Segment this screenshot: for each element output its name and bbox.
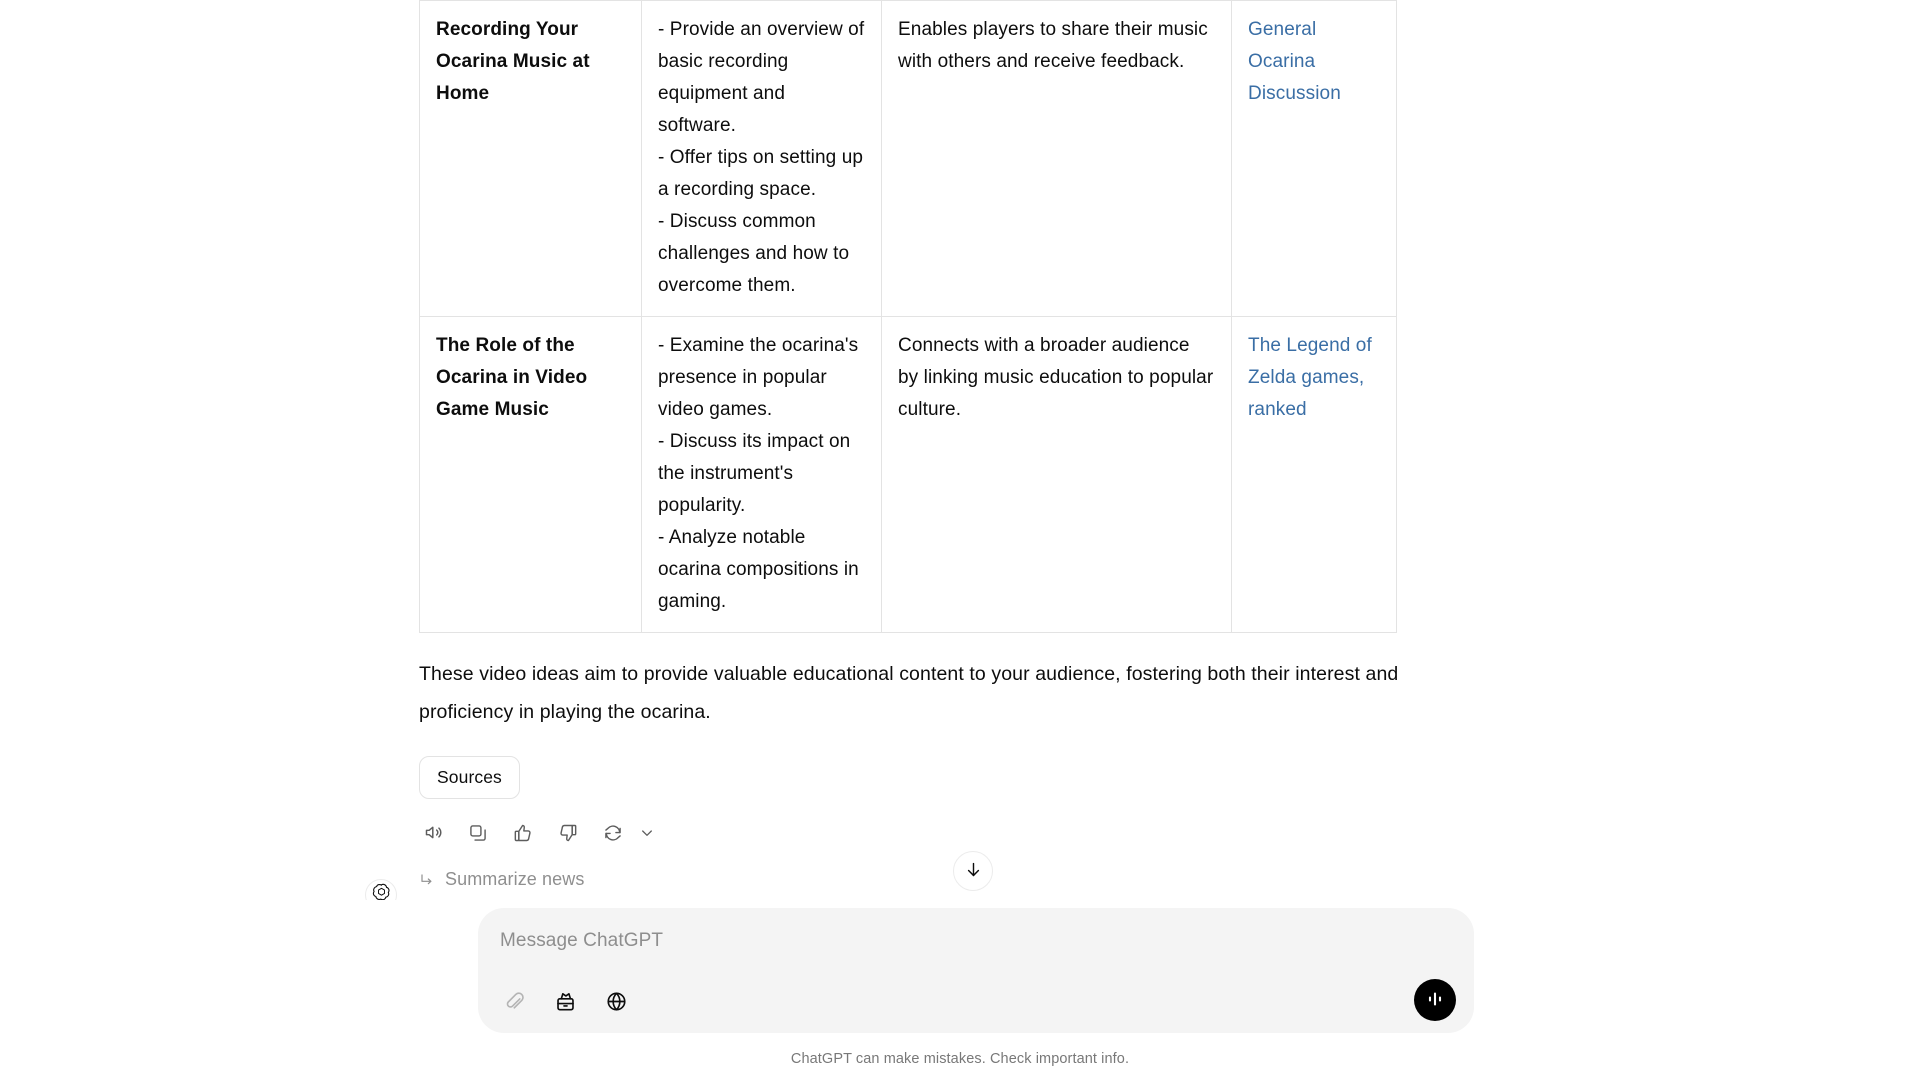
video-ideas-table: Recording Your Ocarina Music at Home - P…	[419, 0, 1397, 633]
model-switch-button[interactable]	[637, 821, 657, 847]
paperclip-icon	[503, 990, 526, 1016]
message-actions	[420, 821, 1417, 847]
followup-label-text: Summarize news	[445, 869, 585, 889]
sources-button[interactable]: Sources	[419, 756, 520, 799]
sources-row: Sources	[419, 756, 1417, 799]
cell-benefit: Enables players to share their music wit…	[881, 0, 1232, 317]
outline-line: - Provide an overview of basic recording…	[658, 19, 865, 136]
composer[interactable]: Message ChatGPT	[478, 908, 1474, 1033]
cell-outline: - Provide an overview of basic recording…	[641, 0, 882, 317]
disclaimer-text: ChatGPT can make mistakes. Check importa…	[790, 1051, 1130, 1067]
outline-line: - Discuss common challenges and how to o…	[658, 211, 850, 296]
web-search-button[interactable]	[602, 989, 630, 1017]
closing-paragraph: These video ideas aim to provide valuabl…	[419, 663, 1399, 723]
scroll-to-bottom-button[interactable]	[953, 851, 993, 891]
toolbox-icon	[554, 990, 577, 1016]
thumbs-up-icon	[513, 823, 533, 846]
source-link[interactable]: General Ocarina Discussion	[1248, 19, 1341, 104]
globe-icon	[605, 990, 628, 1016]
composer-tools	[500, 989, 630, 1017]
attach-file-button[interactable]	[500, 989, 528, 1017]
outline-line: - Examine the ocarina's presence in popu…	[658, 335, 859, 420]
speaker-icon	[423, 822, 444, 846]
video-ideas-table-wrapper: Recording Your Ocarina Music at Home - P…	[419, 0, 1397, 633]
cell-link: General Ocarina Discussion	[1231, 0, 1397, 317]
refresh-icon	[603, 823, 623, 846]
copy-icon	[468, 823, 488, 846]
turn-down-right-icon	[419, 872, 435, 888]
table-body: Recording Your Ocarina Music at Home - P…	[419, 0, 1397, 633]
read-aloud-button[interactable]	[420, 821, 446, 847]
arrow-down-icon	[964, 860, 983, 882]
message-input[interactable]: Message ChatGPT	[500, 928, 1452, 954]
apps-button[interactable]	[551, 989, 579, 1017]
cell-title: The Role of the Ocarina in Video Game Mu…	[419, 316, 642, 633]
thumbs-down-icon	[558, 823, 578, 846]
voice-mode-button[interactable]	[1414, 979, 1456, 1021]
cell-title: Recording Your Ocarina Music at Home	[419, 0, 642, 317]
thumbs-up-button[interactable]	[510, 821, 536, 847]
table-row: The Role of the Ocarina in Video Game Mu…	[419, 316, 1397, 633]
outline-line: - Analyze notable ocarina compositions i…	[658, 527, 859, 612]
followup-prompt: Summarize news	[419, 869, 1417, 890]
cell-outline: - Examine the ocarina's presence in popu…	[641, 316, 882, 633]
thumbs-down-button[interactable]	[555, 821, 581, 847]
regenerate-button[interactable]	[600, 821, 626, 847]
conversation-content: Recording Your Ocarina Music at Home - P…	[365, 0, 1417, 942]
composer-shell: Message ChatGPT ChatGPT can make mistake…	[0, 900, 1920, 1080]
chatgpt-window: Recording Your Ocarina Music at Home - P…	[0, 0, 1920, 1080]
cell-benefit: Connects with a broader audience by link…	[881, 316, 1232, 633]
chevron-down-icon	[639, 825, 655, 844]
source-link[interactable]: The Legend of Zelda games, ranked	[1248, 335, 1372, 420]
outline-line: - Discuss its impact on the instrument's…	[658, 431, 851, 516]
copy-button[interactable]	[465, 821, 491, 847]
waveform-icon	[1423, 987, 1447, 1014]
table-row: Recording Your Ocarina Music at Home - P…	[419, 0, 1397, 317]
outline-line: - Offer tips on setting up a recording s…	[658, 147, 864, 200]
cell-link: The Legend of Zelda games, ranked	[1231, 316, 1397, 633]
